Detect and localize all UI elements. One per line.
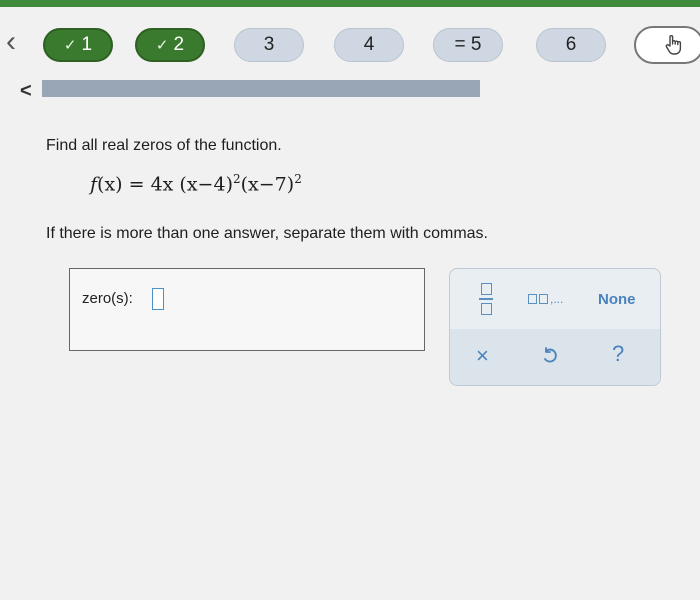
function-name: f [90,173,98,196]
list-label: ,... [550,292,564,306]
step-label: 3 [263,34,275,55]
formula-part-1: (x) = 4x (x−4) [97,173,233,196]
top-accent-bar [0,0,700,7]
question-text: Find all real zeros of the function. [46,137,282,154]
answer-input[interactable] [152,288,164,310]
step-3-button[interactable]: 3 [234,28,304,62]
fraction-icon [480,283,492,295]
none-button[interactable]: None [598,291,636,308]
list-icon [528,294,537,304]
clear-button[interactable]: × [476,343,489,369]
step-2-button[interactable]: ✓ 2 [135,28,205,62]
progress-fill [42,80,480,97]
chevron-left-icon[interactable]: ‹ [6,27,16,57]
pointer-hand-icon [665,35,682,55]
formula-exponent-1: 2 [232,172,241,186]
step-4-button[interactable]: 4 [334,28,404,62]
undo-button[interactable] [541,347,559,365]
step-1-button[interactable]: ✓ 1 [43,28,113,62]
check-icon: ✓ [155,37,169,54]
answer-area: zero(s): [69,268,425,351]
help-button[interactable]: ? [612,341,624,367]
step-label: 2 [173,34,185,55]
fraction-button[interactable] [476,279,496,319]
step-label: = 5 [454,34,482,55]
formula-part-2: (x−7) [240,173,295,196]
step-5-button[interactable]: = 5 [433,28,503,62]
chevron-left-icon[interactable]: < [20,80,32,103]
progress-bar [42,80,480,97]
undo-icon [544,347,557,363]
step-label: 4 [363,34,375,55]
function-formula: f(x) = 4x (x−4)2(x−7)2 [90,172,302,195]
list-button[interactable]: ,... [528,291,563,307]
math-keypad: ,... None × ? [449,268,661,386]
formula-exponent-2: 2 [294,172,302,186]
answer-label: zero(s): [82,290,133,307]
step-label: 1 [81,34,93,55]
step-label: 6 [565,34,577,55]
step-navigation: ‹ ✓ 1 ✓ 2 3 4 = 5 6 [0,7,700,77]
instruction-text: If there is more than one answer, separa… [46,225,488,242]
step-6-button[interactable]: 6 [536,28,606,62]
pointer-tool-button[interactable] [634,26,700,64]
check-icon: ✓ [63,37,77,54]
